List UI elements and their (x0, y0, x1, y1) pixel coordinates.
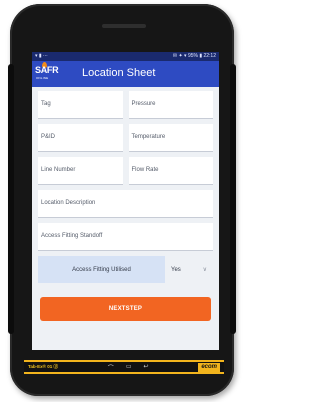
device-left-grip (8, 64, 14, 334)
location-description-field[interactable]: Location Description (38, 190, 213, 218)
safr-logo: SAFR ONLINE (35, 62, 59, 85)
next-step-button-label-bold: STEP (125, 306, 143, 312)
next-step-button-label-prefix: NEXT (108, 306, 126, 312)
device-model-label: Tab-Ex® 01 ⓓ (28, 364, 58, 369)
app-bar: SAFR ONLINE Location Sheet (32, 61, 219, 87)
form-row: Line Number Flow Rate (38, 157, 213, 185)
status-bar-left-icons: ▾ ▮ ⋯ (35, 53, 49, 59)
location-description-field-label: Location Description (41, 200, 96, 206)
earpiece-speaker (102, 24, 146, 28)
form-row: Access Fitting Standoff (38, 223, 213, 251)
pid-field[interactable]: P&ID (38, 124, 123, 152)
ecom-brand-label: ecom (198, 362, 220, 372)
form-row: P&ID Temperature (38, 124, 213, 152)
back-key-icon[interactable]: ⌒ (108, 363, 114, 372)
flow-rate-field[interactable]: Flow Rate (128, 157, 213, 185)
pid-field-label: P&ID (41, 134, 56, 140)
line-number-field[interactable]: Line Number (38, 157, 123, 185)
access-fitting-utilised-select[interactable]: Yes ∨ (165, 256, 213, 283)
pressure-field[interactable]: Pressure (128, 91, 213, 119)
page-title: Location Sheet (82, 67, 156, 79)
home-key-icon[interactable]: ▭ (126, 363, 132, 372)
app-screen: ▾ ▮ ⋯ ✉ ✦ ▾ 95% ▮ 22:12 SAFR ONLINE Loca… (32, 52, 219, 350)
tag-field[interactable]: Tag (38, 91, 123, 119)
status-bar-right-icons: ✉ ✦ ▾ 95% ▮ 22:12 (172, 53, 216, 59)
logo-subtext: ONLINE (36, 76, 49, 80)
device-photo: ▾ ▮ ⋯ ✉ ✦ ▾ 95% ▮ 22:12 SAFR ONLINE Loca… (0, 0, 243, 402)
hardware-nav-keys: ⌒ ▭ ↩ (108, 363, 149, 372)
recent-apps-key-icon[interactable]: ↩ (143, 363, 148, 372)
temperature-field-label: Temperature (131, 134, 166, 140)
access-fitting-utilised-value: Yes (171, 266, 181, 273)
device-right-grip (230, 64, 236, 334)
access-fitting-standoff-field-label: Access Fitting Standoff (41, 233, 103, 239)
line-number-field-label: Line Number (41, 167, 76, 173)
access-fitting-standoff-field[interactable]: Access Fitting Standoff (38, 223, 213, 251)
tag-field-label: Tag (41, 101, 51, 107)
temperature-field[interactable]: Temperature (128, 124, 213, 152)
chevron-down-icon: ∨ (202, 267, 207, 273)
form-row: Location Description (38, 190, 213, 218)
next-step-button[interactable]: NEXT STEP (40, 297, 211, 321)
access-fitting-utilised-label: Access Fitting Utilised (38, 256, 165, 283)
pressure-field-label: Pressure (131, 101, 156, 107)
location-form: Tag Pressure P&ID Temperature Line Numbe… (32, 87, 219, 283)
form-row: Tag Pressure (38, 91, 213, 119)
flow-rate-field-label: Flow Rate (131, 167, 159, 173)
device-bottom-bezel: Tab-Ex® 01 ⓓ ⌒ ▭ ↩ ecom (24, 360, 224, 374)
access-fitting-utilised-row: Access Fitting Utilised Yes ∨ (38, 256, 213, 283)
logo-text: SAFR (35, 65, 59, 75)
status-bar: ▾ ▮ ⋯ ✉ ✦ ▾ 95% ▮ 22:12 (32, 52, 219, 61)
